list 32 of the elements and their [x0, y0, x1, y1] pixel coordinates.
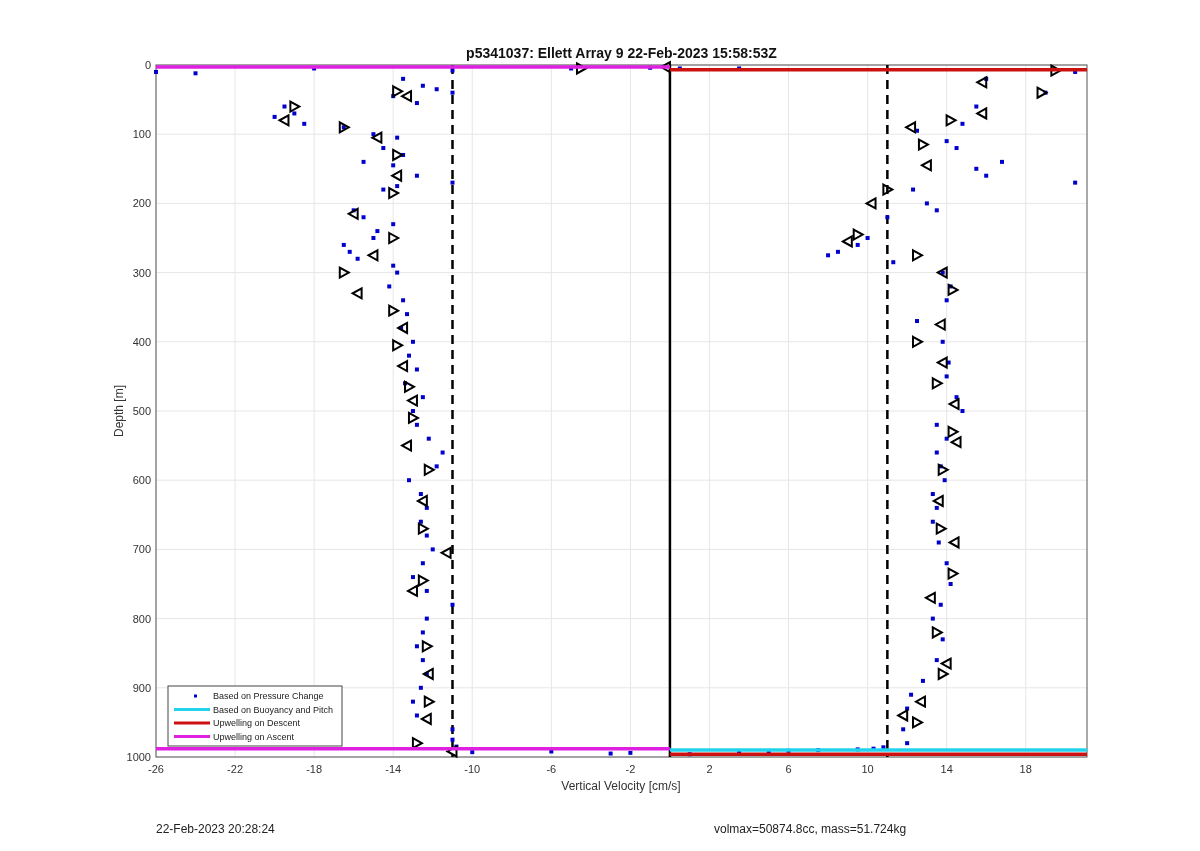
x-tick-label: 2	[706, 763, 713, 775]
y-tick-label: 200	[132, 197, 151, 210]
y-tick-label: 100	[132, 128, 151, 141]
y-tick-label: 700	[132, 543, 151, 556]
x-tick-label: 6	[785, 763, 792, 775]
y-tick-label: 500	[132, 405, 151, 417]
x-tick-label: -22	[227, 763, 243, 775]
x-axis-label: Vertical Velocity [cm/s]	[561, 779, 681, 793]
legend-label: Based on Pressure Change	[213, 691, 324, 701]
y-tick-label: 400	[132, 335, 151, 348]
y-tick-label: 0	[144, 59, 151, 71]
legend-label: Upwelling on Ascent	[213, 731, 295, 742]
y-axis-label: Depth [m]	[112, 385, 126, 437]
y-tick-label: 600	[132, 474, 151, 487]
y-tick-label: 900	[132, 681, 151, 694]
x-tick-label: -26	[148, 763, 164, 775]
chart-title: p5341037: Ellett Array 9 22-Feb-2023 15:58:53Z	[466, 45, 777, 61]
x-tick-label: -10	[464, 763, 481, 775]
x-tick-label: -14	[385, 763, 402, 775]
x-tick-label: -6	[546, 763, 557, 775]
legend-label: Based on Buoyancy and Pitch	[213, 704, 334, 715]
x-tick-label: -18	[306, 763, 323, 775]
legend-label: Upwelling on Descent	[213, 718, 301, 728]
y-tick-label: 1000	[126, 751, 151, 763]
y-tick-label: 800	[132, 612, 151, 625]
timestamp-text: 22-Feb-2023 20:28:24	[156, 821, 276, 838]
volume-mass-text: volmax=50874.8cc, mass=51.724kg	[714, 821, 907, 838]
x-tick-label: 10	[861, 763, 874, 775]
x-tick-label: 14	[940, 763, 953, 775]
x-tick-label: -2	[625, 763, 636, 775]
x-tick-label: 18	[1019, 763, 1032, 775]
y-tick-label: 300	[132, 266, 151, 279]
